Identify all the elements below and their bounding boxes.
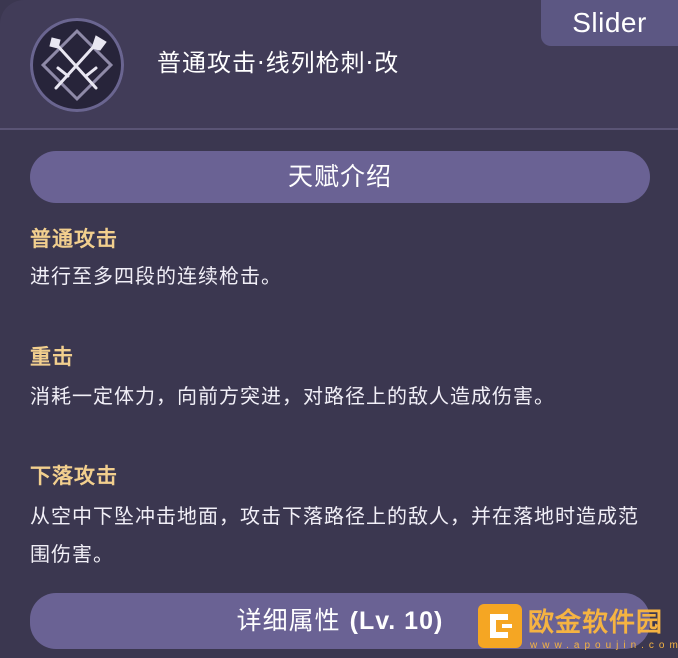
entry-text-plunge-attack: 从空中下坠冲击地面，攻击下落路径上的敌人，并在落地时造成范围伤害。 bbox=[30, 504, 639, 566]
slider-tag[interactable]: Slider bbox=[541, 0, 678, 46]
watermark: 欧金软件园 www.apoujin.com bbox=[478, 604, 678, 658]
entry-title-normal-attack: 普通攻击 bbox=[30, 227, 118, 251]
watermark-url: www.apoujin.com bbox=[530, 640, 678, 651]
bracket-logo-icon bbox=[478, 604, 522, 648]
skill-title: 普通攻击·线列枪刺·改 bbox=[157, 49, 400, 77]
detail-label: 详细属性 bbox=[236, 606, 341, 635]
entry-title-charged-attack: 重击 bbox=[30, 345, 74, 369]
talent-panel: 普通攻击·线列枪刺·改 Slider 天赋介绍 普通攻击 进行至多四段的连续枪击… bbox=[0, 0, 678, 658]
talent-intro-tab[interactable]: 天赋介绍 bbox=[30, 151, 650, 203]
entry-title-plunge-attack: 下落攻击 bbox=[30, 464, 118, 488]
crossed-spear-icon bbox=[30, 18, 124, 112]
entry-text-normal-attack: 进行至多四段的连续枪击。 bbox=[30, 264, 282, 288]
level-label: (Lv. 10) bbox=[349, 607, 444, 635]
watermark-name: 欧金软件园 bbox=[528, 608, 664, 638]
entry-text-charged-attack: 消耗一定体力，向前方突进，对路径上的敌人造成伤害。 bbox=[30, 384, 555, 408]
skill-header: 普通攻击·线列枪刺·改 Slider bbox=[0, 0, 678, 130]
